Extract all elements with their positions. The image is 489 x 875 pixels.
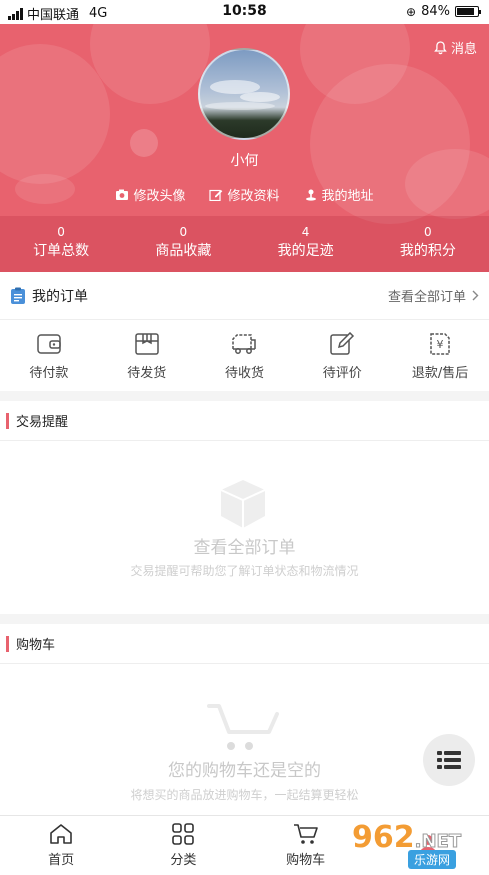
tab-cart-label: 购物车 (286, 853, 326, 868)
view-all-orders-link[interactable]: 查看全部订单 (388, 286, 479, 305)
floating-menu-button[interactable] (423, 734, 475, 786)
order-pending-payment-label: 待付款 (29, 365, 69, 381)
change-avatar-label: 修改头像 (133, 189, 186, 204)
divider (0, 391, 489, 401)
trade-empty-title[interactable]: 查看全部订单 (0, 533, 489, 558)
battery-percent: 84% (421, 4, 450, 19)
status-bar: 中国联通 4G 10:58 ⊕ 84% (0, 0, 489, 24)
order-pending-review[interactable]: 待评价 (293, 321, 391, 391)
order-pending-shipment-label: 待发货 (127, 365, 167, 381)
order-pending-payment[interactable]: 待付款 (0, 321, 98, 391)
my-address-label: 我的地址 (321, 189, 374, 204)
tab-category-label: 分类 (170, 853, 197, 868)
tab-home-label: 首页 (48, 853, 75, 868)
trade-empty-desc: 交易提醒可帮助您了解订单状态和物流情况 (130, 564, 359, 578)
edit-icon (209, 189, 223, 201)
box-icon (220, 480, 266, 528)
cart-icon (293, 824, 318, 844)
stat-orders[interactable]: 0 订单总数 (0, 216, 122, 272)
message-button[interactable]: 消息 (434, 38, 477, 57)
change-avatar-button[interactable]: 修改头像 (115, 185, 185, 204)
watermark-domain: .NET (414, 831, 462, 853)
order-status-row: 待付款 待发货 待收货 待评价 ¥ 退款/售后 (0, 321, 489, 391)
stat-points-value: 0 (424, 225, 432, 239)
camera-icon (116, 189, 129, 200)
package-icon (134, 332, 159, 355)
order-pending-receipt[interactable]: 待收货 (196, 321, 294, 391)
divider (0, 614, 489, 624)
profile-header: 消息 小何 修改头像 修改资料 我的地址 0 订单总数 0 商品收藏 4 我的足迹 0… (0, 24, 489, 272)
home-icon (50, 824, 72, 844)
watermark-logo: 962.NET 乐游网 (352, 820, 482, 870)
stat-footprints-value: 4 (301, 225, 310, 239)
bell-icon (434, 40, 447, 54)
tab-category[interactable]: 分类 (122, 816, 244, 875)
list-icon (437, 751, 461, 769)
stat-footprints-label: 我的足迹 (277, 243, 334, 259)
truck-icon (232, 333, 257, 354)
my-orders-header: 我的订单 查看全部订单 (0, 272, 489, 320)
battery-icon (455, 6, 481, 17)
edit-profile-button[interactable]: 修改资料 (209, 185, 280, 204)
avatar[interactable] (198, 48, 290, 140)
chevron-right-icon (472, 290, 479, 301)
stat-orders-label: 订单总数 (33, 243, 90, 259)
order-refund[interactable]: ¥ 退款/售后 (391, 321, 489, 391)
tab-cart[interactable]: 购物车 (245, 816, 367, 875)
my-orders-title: 我的订单 (32, 288, 88, 305)
stat-favorites-value: 0 (179, 225, 188, 239)
location-icon (305, 189, 316, 201)
stat-points-label: 我的积分 (399, 243, 456, 259)
clipboard-icon (11, 287, 25, 304)
watermark-number: 962 (352, 820, 415, 855)
order-pending-shipment[interactable]: 待发货 (98, 321, 196, 391)
message-label: 消息 (450, 42, 477, 57)
trade-reminder-header: 交易提醒 (0, 401, 489, 441)
review-icon (330, 331, 355, 355)
edit-profile-label: 修改资料 (227, 189, 280, 204)
stat-points[interactable]: 0 我的积分 (367, 216, 489, 272)
profile-actions: 修改头像 修改资料 我的地址 (0, 185, 489, 204)
username: 小何 (230, 153, 259, 169)
cart-section-title: 购物车 (16, 638, 56, 653)
cart-empty-title: 您的购物车还是空的 (168, 761, 321, 781)
orientation-lock-icon: ⊕ (406, 4, 417, 19)
order-pending-receipt-label: 待收货 (224, 365, 264, 381)
wallet-icon (37, 333, 61, 354)
my-address-button[interactable]: 我的地址 (304, 185, 374, 204)
view-all-orders-label: 查看全部订单 (387, 290, 466, 305)
trade-reminder-title: 交易提醒 (16, 415, 69, 430)
cart-empty-desc: 将想买的商品放进购物车，一起结算更轻松 (130, 788, 359, 802)
watermark-site: 乐游网 (414, 853, 451, 867)
empty-cart-icon (207, 704, 279, 750)
order-pending-review-label: 待评价 (322, 365, 362, 381)
cart-section-header: 购物车 (0, 624, 489, 664)
order-refund-label: 退款/售后 (411, 365, 469, 381)
stats-row: 0 订单总数 0 商品收藏 4 我的足迹 0 我的积分 (0, 216, 489, 272)
stat-orders-value: 0 (57, 225, 65, 239)
stat-footprints[interactable]: 4 我的足迹 (245, 216, 367, 272)
stat-favorites-label: 商品收藏 (155, 243, 212, 259)
svg-text:¥: ¥ (437, 338, 444, 351)
refund-icon: ¥ (430, 332, 450, 355)
stat-favorites[interactable]: 0 商品收藏 (122, 216, 244, 272)
category-icon (172, 823, 195, 845)
tab-home[interactable]: 首页 (0, 816, 122, 875)
